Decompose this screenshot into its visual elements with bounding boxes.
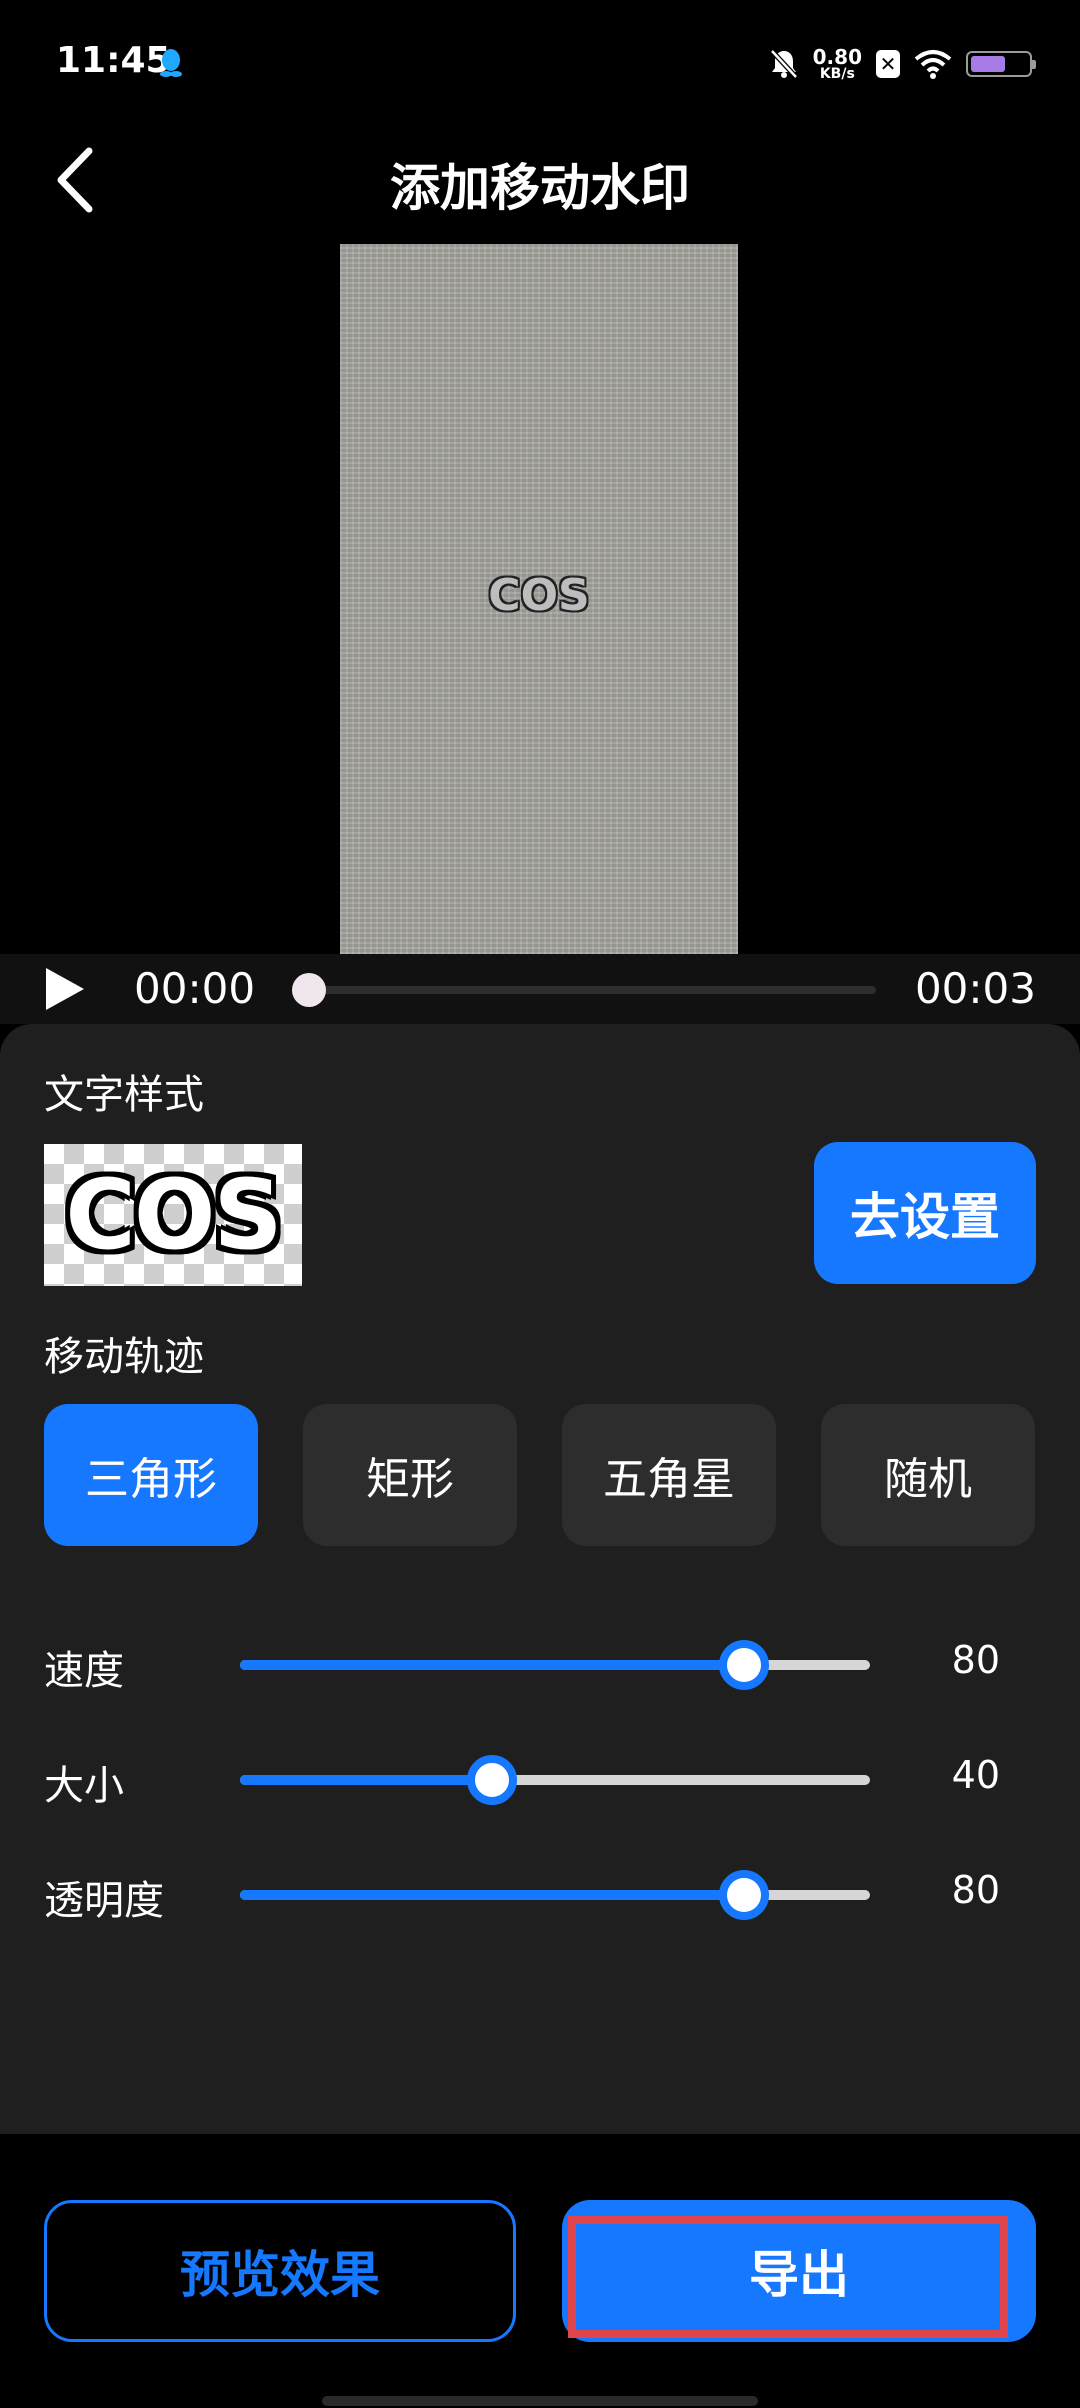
current-time: 00:00 bbox=[134, 964, 256, 1013]
speed-slider[interactable] bbox=[240, 1640, 870, 1690]
net-speed-value: 0.80 bbox=[812, 45, 862, 69]
qq-icon bbox=[160, 49, 182, 77]
header: 添加移动水印 bbox=[0, 120, 1080, 240]
preview-effect-button[interactable]: 预览效果 bbox=[44, 2200, 516, 2342]
net-speed: 0.80 KB/s bbox=[813, 47, 862, 81]
status-bar: 11:45 0.80 KB/s ✕ bbox=[0, 0, 1080, 120]
sim-no-service-icon: ✕ bbox=[876, 50, 900, 78]
speed-slider-row: 速度 80 bbox=[0, 1624, 1080, 1704]
net-speed-unit: KB/s bbox=[819, 66, 855, 82]
settings-panel: 文字样式 COS 去设置 移动轨迹 三角形 矩形 五角星 随机 速度 80 大小… bbox=[0, 1024, 1080, 2134]
trajectory-option-star[interactable]: 五角星 bbox=[562, 1404, 776, 1546]
go-setup-button[interactable]: 去设置 bbox=[814, 1142, 1036, 1284]
progress-track[interactable] bbox=[292, 973, 876, 1007]
opacity-label: 透明度 bbox=[44, 1878, 164, 1924]
text-style-preview-text: COS bbox=[65, 1159, 282, 1271]
export-button[interactable]: 导出 bbox=[562, 2200, 1036, 2342]
play-button[interactable] bbox=[42, 966, 86, 1012]
speed-slider-fill bbox=[240, 1660, 744, 1670]
trajectory-option-rectangle[interactable]: 矩形 bbox=[303, 1404, 517, 1546]
speed-label: 速度 bbox=[44, 1648, 124, 1694]
video-preview[interactable]: COS bbox=[340, 244, 738, 954]
playback-bar: 00:00 00:03 bbox=[0, 954, 1080, 1024]
opacity-slider-thumb[interactable] bbox=[719, 1870, 769, 1920]
battery-level bbox=[971, 56, 1005, 72]
opacity-value: 80 bbox=[951, 1868, 1000, 1912]
speed-value: 80 bbox=[951, 1638, 1000, 1682]
size-slider-fill bbox=[240, 1775, 492, 1785]
trajectory-option-triangle[interactable]: 三角形 bbox=[44, 1404, 258, 1546]
speed-slider-thumb[interactable] bbox=[719, 1640, 769, 1690]
opacity-slider-fill bbox=[240, 1890, 744, 1900]
page-title: 添加移动水印 bbox=[390, 159, 690, 217]
mute-bell-icon bbox=[769, 49, 798, 79]
screen: 11:45 0.80 KB/s ✕ 添加移动水印 COS 00:00 00:03… bbox=[0, 0, 1080, 2408]
progress-thumb[interactable] bbox=[292, 973, 326, 1007]
size-slider[interactable] bbox=[240, 1755, 870, 1805]
battery-icon bbox=[966, 51, 1036, 77]
home-indicator[interactable] bbox=[322, 2396, 758, 2406]
trajectory-option-random[interactable]: 随机 bbox=[821, 1404, 1035, 1546]
watermark-text[interactable]: COS bbox=[340, 570, 738, 621]
size-slider-row: 大小 40 bbox=[0, 1739, 1080, 1819]
size-value: 40 bbox=[951, 1753, 1000, 1797]
text-style-label: 文字样式 bbox=[44, 1072, 204, 1118]
status-icons: 0.80 KB/s ✕ bbox=[769, 40, 1036, 88]
total-time: 00:03 bbox=[914, 964, 1036, 1013]
status-time: 11:45 bbox=[56, 40, 171, 81]
text-style-preview[interactable]: COS bbox=[44, 1144, 302, 1286]
wifi-icon bbox=[914, 50, 952, 79]
size-label: 大小 bbox=[44, 1763, 124, 1809]
opacity-slider[interactable] bbox=[240, 1870, 870, 1920]
opacity-slider-row: 透明度 80 bbox=[0, 1854, 1080, 1934]
size-slider-thumb[interactable] bbox=[467, 1755, 517, 1805]
trajectory-label: 移动轨迹 bbox=[44, 1334, 204, 1380]
